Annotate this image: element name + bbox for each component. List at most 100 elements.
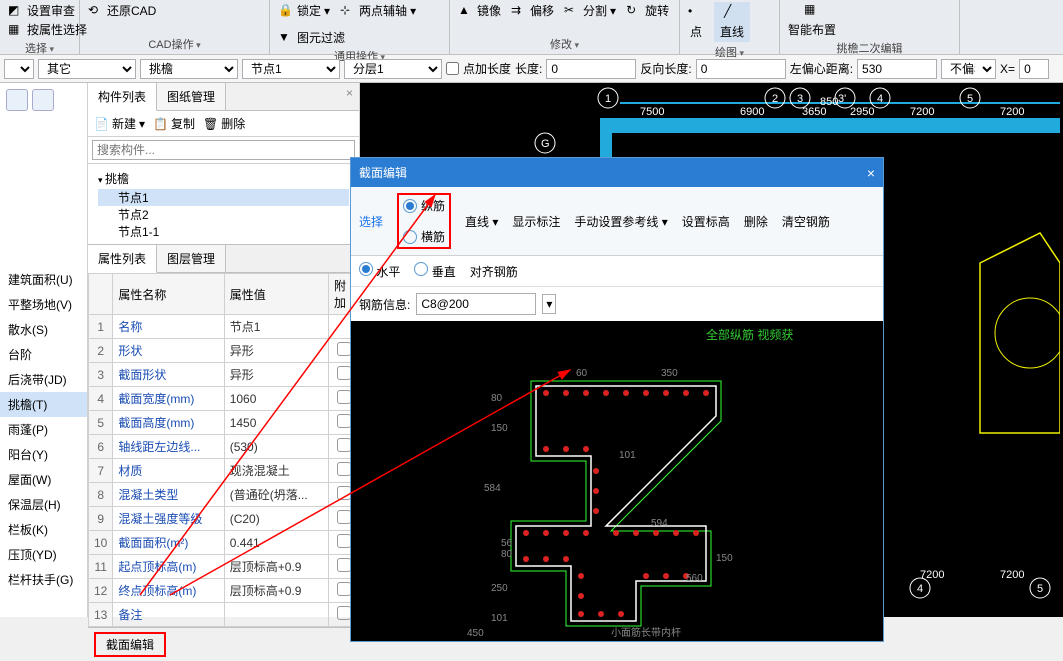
dialog-close-icon[interactable]: × <box>867 165 875 181</box>
svg-text:150: 150 <box>716 553 733 564</box>
dialog-line[interactable]: 直线 ▾ <box>465 213 498 230</box>
table-row[interactable]: 11起点顶标高(m)层顶标高+0.9 <box>89 555 359 579</box>
left-item-6[interactable]: 雨蓬(P) <box>0 417 87 442</box>
table-row[interactable]: 1名称节点1 <box>89 315 359 339</box>
left-item-10[interactable]: 栏板(K) <box>0 517 87 542</box>
table-row[interactable]: 5截面高度(mm)1450 <box>89 411 359 435</box>
radio-zongjin[interactable]: 纵筋 <box>403 197 445 214</box>
input-x[interactable] <box>1019 59 1049 79</box>
label-add-length: 点加长度 <box>463 60 511 77</box>
svg-text:全部纵筋 视频获: 全部纵筋 视频获 <box>706 327 793 342</box>
group-cad-label[interactable]: CAD操作 <box>88 34 261 52</box>
dialog-toolbar: 选择 纵筋 横筋 直线 ▾ 显示标注 手动设置参考线 ▾ 设置标高 删除 清空钢… <box>351 187 883 256</box>
view-toggle-1[interactable] <box>6 89 28 111</box>
tab-prop-list[interactable]: 属性列表 <box>88 245 157 273</box>
rebar-info-input[interactable] <box>416 293 536 315</box>
group-modify-label[interactable]: 修改 <box>458 34 671 52</box>
btn-delete[interactable]: 🗑删除 <box>203 115 245 132</box>
input-length[interactable] <box>546 59 636 79</box>
dialog-canvas[interactable]: 全部纵筋 视频获 80 150 584 <box>351 321 883 641</box>
select-node[interactable]: 节点1 <box>242 59 340 79</box>
table-row[interactable]: 9混凝土强度等级(C20) <box>89 507 359 531</box>
select-nooffset[interactable]: 不偏移 <box>941 59 996 79</box>
tree-root[interactable]: 挑檐 <box>98 168 349 189</box>
new-icon: 📄 <box>94 117 109 131</box>
table-row[interactable]: 8混凝土类型(普通砼(坍落... <box>89 483 359 507</box>
table-row[interactable]: 12终点顶标高(m)层顶标高+0.9 <box>89 579 359 603</box>
input-offset[interactable] <box>857 59 937 79</box>
left-item-5[interactable]: 挑檐(T) <box>0 392 87 417</box>
dialog-select-link[interactable]: 选择 <box>359 213 383 230</box>
prop-header-name: 属性名称 <box>113 274 224 315</box>
left-item-0[interactable]: 建筑面积(U) <box>0 267 87 292</box>
btn-new[interactable]: 📄新建 ▾ <box>94 115 145 132</box>
table-row[interactable]: 3截面形状异形 <box>89 363 359 387</box>
dialog-clear[interactable]: 清空钢筋 <box>782 213 830 230</box>
radio-vertical[interactable]: 垂直 <box>414 262 455 280</box>
left-item-9[interactable]: 保温层(H) <box>0 492 87 517</box>
tree-node-1-1[interactable]: 节点1-1 <box>98 223 349 240</box>
btn-rotate[interactable]: ↻旋转 <box>626 2 669 19</box>
radio-hengjin[interactable]: 横筋 <box>403 228 445 245</box>
prop-header-val: 属性值 <box>224 274 328 315</box>
table-row[interactable]: 6轴线距左边线...(530) <box>89 435 359 459</box>
group-draw-label[interactable]: 绘图 <box>688 42 771 60</box>
select-category[interactable]: 其它 <box>38 59 136 79</box>
left-item-12[interactable]: 栏杆扶手(G) <box>0 567 87 592</box>
tab-layer-mgmt[interactable]: 图层管理 <box>157 245 226 272</box>
tree-node-1[interactable]: 节点1 <box>98 189 349 206</box>
table-row[interactable]: 4截面宽度(mm)1060 <box>89 387 359 411</box>
left-item-7[interactable]: 阳台(Y) <box>0 442 87 467</box>
section-edit-button[interactable]: 截面编辑 <box>94 632 166 657</box>
btn-split[interactable]: ✂分割 ▾ <box>564 2 616 19</box>
btn-select-by-prop[interactable]: ▦按属性选择 <box>8 21 87 38</box>
btn-point[interactable]: •点 <box>688 4 704 40</box>
btn-smart-layout[interactable]: ▦智能布置 <box>788 2 836 38</box>
btn-restore-cad[interactable]: ⟲还原CAD <box>88 2 156 19</box>
tree-node-2[interactable]: 节点2 <box>98 206 349 223</box>
tab-drawing-mgmt[interactable]: 图纸管理 <box>157 83 226 110</box>
search-input[interactable] <box>92 140 355 160</box>
left-item-11[interactable]: 压顶(YD) <box>0 542 87 567</box>
panel-close-icon[interactable]: × <box>340 83 359 110</box>
select-layer[interactable]: 分层1 <box>344 59 442 79</box>
left-item-2[interactable]: 散水(S) <box>0 317 87 342</box>
btn-line[interactable]: ╱直线 <box>714 2 750 42</box>
btn-copy[interactable]: 📋复制 <box>153 115 195 132</box>
left-item-1[interactable]: 平整场地(V) <box>0 292 87 317</box>
dialog-align-rebar[interactable]: 对齐钢筋 <box>470 263 518 280</box>
btn-two-point-axis[interactable]: ⊹两点辅轴 ▾ <box>340 2 416 19</box>
input-reverse[interactable] <box>696 59 786 79</box>
left-item-3[interactable]: 台阶 <box>0 342 87 367</box>
select-blank[interactable] <box>4 59 34 79</box>
table-row[interactable]: 13备注 <box>89 603 359 627</box>
select-type[interactable]: 挑檐 <box>140 59 238 79</box>
dialog-manual-ref[interactable]: 手动设置参考线 ▾ <box>574 213 667 230</box>
svg-text:594: 594 <box>651 518 668 529</box>
table-row[interactable]: 10截面面积(m²)0.441 <box>89 531 359 555</box>
group-select-label[interactable]: 选择 <box>8 38 71 56</box>
btn-element-filter[interactable]: ▼图元过滤 <box>278 29 345 46</box>
table-row[interactable]: 7材质现浇混凝土 <box>89 459 359 483</box>
left-item-8[interactable]: 屋面(W) <box>0 467 87 492</box>
dialog-delete[interactable]: 删除 <box>744 213 768 230</box>
tab-component-list[interactable]: 构件列表 <box>88 83 157 111</box>
dialog-set-elev[interactable]: 设置标高 <box>682 213 730 230</box>
filter2-icon: ▼ <box>278 30 294 46</box>
btn-lock[interactable]: 🔒锁定 ▾ <box>278 2 330 19</box>
svg-text:1: 1 <box>605 93 611 105</box>
view-toggle-2[interactable] <box>32 89 54 111</box>
rebar-info-dropdown-icon[interactable]: ▾ <box>542 294 556 314</box>
radio-hengjin-icon <box>403 230 417 244</box>
dialog-titlebar[interactable]: 截面编辑 × <box>351 158 883 187</box>
dialog-show-dim[interactable]: 显示标注 <box>512 213 560 230</box>
table-row[interactable]: 2形状异形 <box>89 339 359 363</box>
rotate-icon: ↻ <box>626 3 642 19</box>
svg-text:350: 350 <box>661 368 678 379</box>
btn-mirror[interactable]: ▲镜像 <box>458 2 501 19</box>
chk-add-length[interactable] <box>446 62 459 75</box>
radio-horizontal[interactable]: 水平 <box>359 262 400 280</box>
btn-offset[interactable]: ⇉偏移 <box>511 2 554 19</box>
btn-set-review[interactable]: ◩设置审查 <box>8 2 75 19</box>
left-item-4[interactable]: 后浇带(JD) <box>0 367 87 392</box>
